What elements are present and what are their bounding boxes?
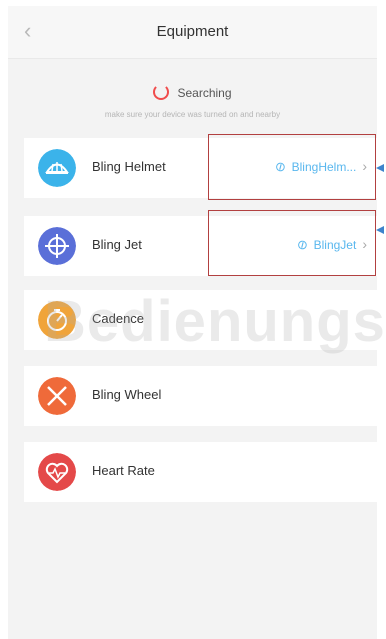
loading-spinner-icon [153, 84, 170, 100]
header: ‹ Equipment [8, 6, 377, 59]
search-hint: make sure your device was turned on and … [104, 110, 281, 119]
page-title: Equipment [156, 23, 229, 40]
annotation-box-helmet [208, 134, 376, 200]
watermark: Bedienungs [44, 289, 386, 354]
heart-rate-icon [38, 453, 76, 491]
device-name: Bling Jet [92, 237, 142, 252]
helmet-icon [38, 149, 76, 187]
device-name: Heart Rate [92, 463, 155, 478]
annotation-box-jet [208, 210, 376, 276]
search-status-label: Searching [177, 86, 232, 100]
device-name: Bling Wheel [92, 387, 162, 402]
annotation-arrow-icon [376, 164, 384, 172]
annotation-arrow-icon [376, 226, 384, 234]
search-status: Searching [8, 84, 377, 100]
device-item-bling-wheel[interactable]: Bling Wheel [24, 366, 377, 426]
jet-icon [38, 227, 76, 265]
device-name: Bling Helmet [92, 159, 166, 174]
wheel-icon [38, 377, 76, 415]
device-item-heart-rate[interactable]: Heart Rate [24, 442, 377, 502]
